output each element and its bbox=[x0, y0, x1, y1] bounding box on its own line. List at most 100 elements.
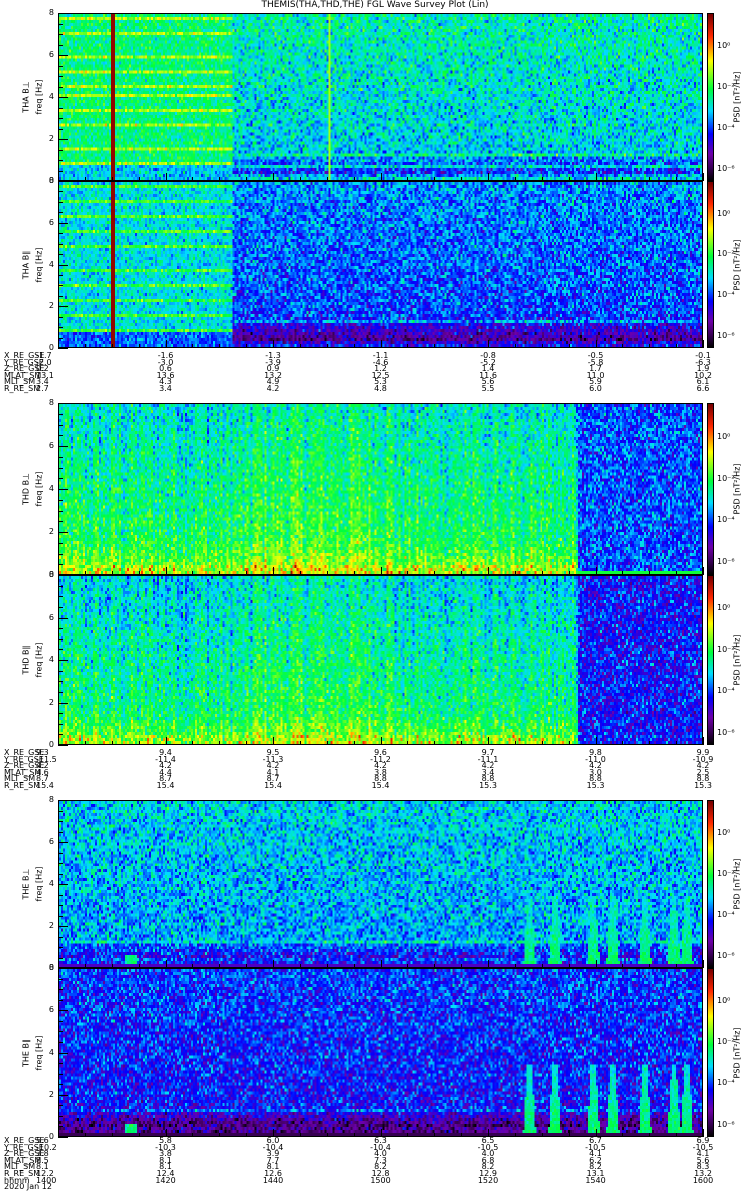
x-minor-tick bbox=[138, 344, 140, 348]
y-tick-label: 2 bbox=[48, 301, 54, 311]
x-minor-tick bbox=[246, 741, 248, 745]
x-minor-tick bbox=[246, 1133, 248, 1137]
y-minor-tick bbox=[58, 510, 63, 512]
ephemeris-value: 6.6 bbox=[696, 384, 710, 393]
y-minor-tick bbox=[58, 128, 63, 130]
spectrogram-panel bbox=[58, 575, 703, 745]
y-axis-label: freq [Hz] bbox=[34, 471, 44, 507]
colorbar bbox=[707, 968, 714, 1137]
x-major-tick bbox=[380, 173, 382, 181]
y-minor-tick bbox=[58, 821, 63, 822]
y-minor-tick bbox=[58, 723, 63, 725]
y-major-tick bbox=[58, 660, 68, 661]
x-major-tick bbox=[488, 567, 489, 575]
colorbar-tick-label: 10⁰ bbox=[717, 431, 731, 441]
colorbar-gradient bbox=[708, 182, 713, 347]
colorbar bbox=[707, 800, 714, 968]
spectrogram-panel bbox=[58, 403, 703, 575]
y-minor-tick bbox=[58, 1063, 63, 1065]
colorbar-tick-label: 10⁰ bbox=[717, 40, 731, 50]
x-minor-tick bbox=[622, 344, 624, 348]
x-major-tick bbox=[273, 960, 274, 968]
x-minor-tick bbox=[434, 1133, 436, 1137]
y-minor-tick bbox=[58, 44, 63, 46]
x-major-tick bbox=[165, 173, 167, 181]
y-tick-label: 4 bbox=[48, 92, 54, 101]
y-minor-tick bbox=[58, 999, 63, 1001]
ephemeris-value: 15.3 bbox=[694, 781, 712, 790]
x-major-tick bbox=[488, 340, 489, 348]
y-tick-label: 2 bbox=[48, 697, 54, 707]
ephemeris-value: 6.0 bbox=[589, 384, 602, 393]
y-tick-label: 2 bbox=[48, 527, 54, 536]
x-minor-tick bbox=[84, 741, 86, 745]
y-minor-tick bbox=[58, 295, 63, 297]
y-major-tick bbox=[58, 139, 68, 140]
colorbar-tick-label: 10⁰ bbox=[717, 995, 731, 1005]
y-minor-tick bbox=[58, 810, 63, 812]
y-major-tick bbox=[58, 617, 68, 619]
x-minor-tick bbox=[568, 344, 570, 348]
spectrogram-panel bbox=[58, 800, 703, 968]
colorbar bbox=[707, 403, 714, 575]
y-major-tick bbox=[58, 1094, 68, 1096]
y-minor-tick bbox=[58, 316, 63, 318]
x-minor-tick bbox=[676, 741, 678, 745]
panel-label: THA B∥ bbox=[21, 250, 31, 279]
y-minor-tick bbox=[58, 201, 63, 203]
x-minor-tick bbox=[568, 1133, 570, 1137]
x-major-tick bbox=[595, 960, 597, 968]
x-major-tick bbox=[58, 567, 59, 575]
y-minor-tick bbox=[58, 86, 63, 88]
y-major-tick bbox=[58, 403, 68, 404]
panel-label: THA B⊥ bbox=[21, 81, 31, 113]
y-major-tick bbox=[58, 575, 68, 576]
x-major-tick bbox=[703, 960, 704, 968]
y-minor-tick bbox=[58, 1105, 63, 1107]
ephemeris-row-name: R_RE_SM bbox=[4, 781, 41, 790]
x-major-tick bbox=[58, 340, 59, 348]
y-minor-tick bbox=[58, 863, 63, 864]
y-minor-tick bbox=[58, 521, 63, 523]
ephemeris-value: 15.3 bbox=[479, 781, 497, 790]
x-major-tick bbox=[703, 737, 704, 745]
x-minor-tick bbox=[353, 1133, 355, 1137]
y-minor-tick bbox=[58, 1020, 63, 1022]
colorbar-tick-label: 10⁻⁶ bbox=[717, 557, 735, 567]
y-major-tick bbox=[58, 306, 68, 308]
colorbar-tick-label: 10⁻⁴ bbox=[717, 122, 735, 132]
x-minor-tick bbox=[299, 1133, 301, 1137]
y-minor-tick bbox=[58, 170, 63, 172]
ephemeris-value: 15.4 bbox=[371, 781, 390, 790]
x-major-tick bbox=[703, 340, 704, 348]
y-minor-tick bbox=[58, 831, 63, 833]
y-minor-tick bbox=[58, 337, 63, 339]
y-major-tick bbox=[58, 702, 68, 704]
ephemeris-value: 1600 bbox=[692, 1175, 714, 1185]
ephemeris-value: 1420 bbox=[155, 1175, 176, 1185]
x-major-tick bbox=[165, 737, 167, 745]
y-minor-tick bbox=[58, 435, 63, 437]
ephemeris-value: 4.8 bbox=[374, 384, 387, 393]
x-major-tick bbox=[273, 340, 274, 348]
x-minor-tick bbox=[111, 741, 113, 745]
x-minor-tick bbox=[649, 1133, 651, 1137]
y-tick-label: 6 bbox=[48, 1005, 54, 1015]
y-minor-tick bbox=[58, 424, 63, 426]
colorbar-tick-label: 10⁻⁴ bbox=[717, 515, 735, 525]
x-major-tick bbox=[273, 737, 274, 745]
y-tick-label: 6 bbox=[48, 837, 54, 846]
colorbar-tick-label: 10⁻⁶ bbox=[717, 1119, 735, 1129]
y-tick-label: 6 bbox=[48, 217, 54, 227]
x-minor-tick bbox=[192, 741, 194, 745]
y-minor-tick bbox=[58, 285, 63, 287]
x-major-tick bbox=[58, 737, 59, 745]
ephemeris-row-name: R_RE_SM bbox=[4, 384, 41, 393]
x-minor-tick bbox=[461, 1133, 463, 1137]
x-minor-tick bbox=[299, 741, 301, 745]
x-major-tick bbox=[58, 1129, 59, 1137]
ephemeris-value: 1500 bbox=[370, 1175, 391, 1185]
ephemeris-value: 15.4 bbox=[264, 781, 282, 790]
panel-label: THE B∥ bbox=[21, 1038, 31, 1067]
x-major-tick bbox=[595, 567, 597, 575]
